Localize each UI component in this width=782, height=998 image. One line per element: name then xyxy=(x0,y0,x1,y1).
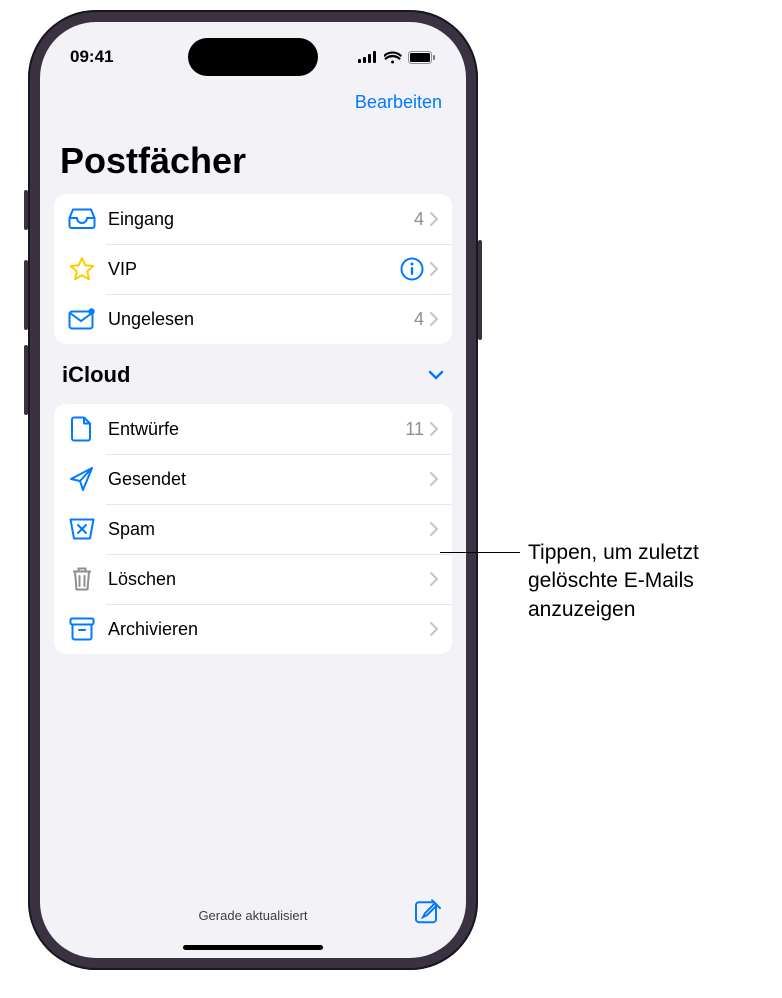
chevron-icon xyxy=(430,312,438,326)
side-button xyxy=(24,345,28,415)
toolbar: Gerade aktualisiert xyxy=(40,888,466,942)
toolbar-status: Gerade aktualisiert xyxy=(198,908,307,923)
badge-count: 4 xyxy=(414,209,424,230)
spam-icon xyxy=(68,515,96,543)
compose-button[interactable] xyxy=(414,898,442,926)
badge-count: 11 xyxy=(405,419,424,440)
screen: 09:41 Bearbeiten Postfächer xyxy=(40,22,466,958)
section-header-icloud[interactable]: iCloud xyxy=(62,362,444,388)
mailbox-row-inbox[interactable]: Eingang 4 xyxy=(54,194,452,244)
dynamic-island xyxy=(188,38,318,76)
chevron-icon xyxy=(430,572,438,586)
status-time: 09:41 xyxy=(70,47,113,67)
archive-icon xyxy=(68,615,96,643)
badge-count: 4 xyxy=(414,309,424,330)
chevron-icon xyxy=(430,622,438,636)
drafts-icon xyxy=(68,415,96,443)
callout-text: Tippen, um zuletzt gelöschte E-Mails anz… xyxy=(528,539,768,624)
mailbox-label: Ungelesen xyxy=(108,309,414,330)
phone-frame: 09:41 Bearbeiten Postfächer xyxy=(28,10,478,970)
battery-icon xyxy=(408,51,436,64)
section-title: iCloud xyxy=(62,362,130,388)
trash-icon xyxy=(68,565,96,593)
chevron-icon xyxy=(430,422,438,436)
wifi-icon xyxy=(384,51,402,64)
edit-button[interactable]: Bearbeiten xyxy=(355,92,442,112)
nav-header: Bearbeiten xyxy=(355,92,442,113)
mailbox-row-sent[interactable]: Gesendet xyxy=(54,454,452,504)
mailbox-row-unread[interactable]: Ungelesen 4 xyxy=(54,294,452,344)
home-indicator xyxy=(183,945,323,950)
side-button xyxy=(478,240,482,340)
mailbox-label: VIP xyxy=(108,259,400,280)
chevron-icon xyxy=(430,212,438,226)
mailbox-label: Gesendet xyxy=(108,469,430,490)
chevron-icon xyxy=(430,262,438,276)
smart-mailboxes-group: Eingang 4 VIP xyxy=(54,194,452,344)
mailbox-label: Entwürfe xyxy=(108,419,405,440)
page-title: Postfächer xyxy=(60,140,246,182)
status-icons xyxy=(358,51,436,64)
chevron-icon xyxy=(430,472,438,486)
mailbox-row-spam[interactable]: Spam xyxy=(54,504,452,554)
chevron-down-icon xyxy=(428,370,444,380)
mailbox-row-vip[interactable]: VIP xyxy=(54,244,452,294)
cellular-icon xyxy=(358,51,378,63)
info-icon[interactable] xyxy=(400,257,424,281)
mailbox-row-archive[interactable]: Archivieren xyxy=(54,604,452,654)
inbox-icon xyxy=(68,205,96,233)
side-button xyxy=(24,260,28,330)
mailbox-row-trash[interactable]: Löschen xyxy=(54,554,452,604)
mailbox-label: Löschen xyxy=(108,569,430,590)
unread-icon xyxy=(68,305,96,333)
mailbox-label: Archivieren xyxy=(108,619,430,640)
mailbox-row-drafts[interactable]: Entwürfe 11 xyxy=(54,404,452,454)
side-button xyxy=(24,190,28,230)
sent-icon xyxy=(68,465,96,493)
mailbox-label: Spam xyxy=(108,519,430,540)
callout-line xyxy=(440,552,520,553)
icloud-group: Entwürfe 11 Gesendet Spam xyxy=(54,404,452,654)
star-icon xyxy=(68,255,96,283)
callout: Tippen, um zuletzt gelöschte E-Mails anz… xyxy=(440,539,768,624)
chevron-icon xyxy=(430,522,438,536)
mailbox-label: Eingang xyxy=(108,209,414,230)
